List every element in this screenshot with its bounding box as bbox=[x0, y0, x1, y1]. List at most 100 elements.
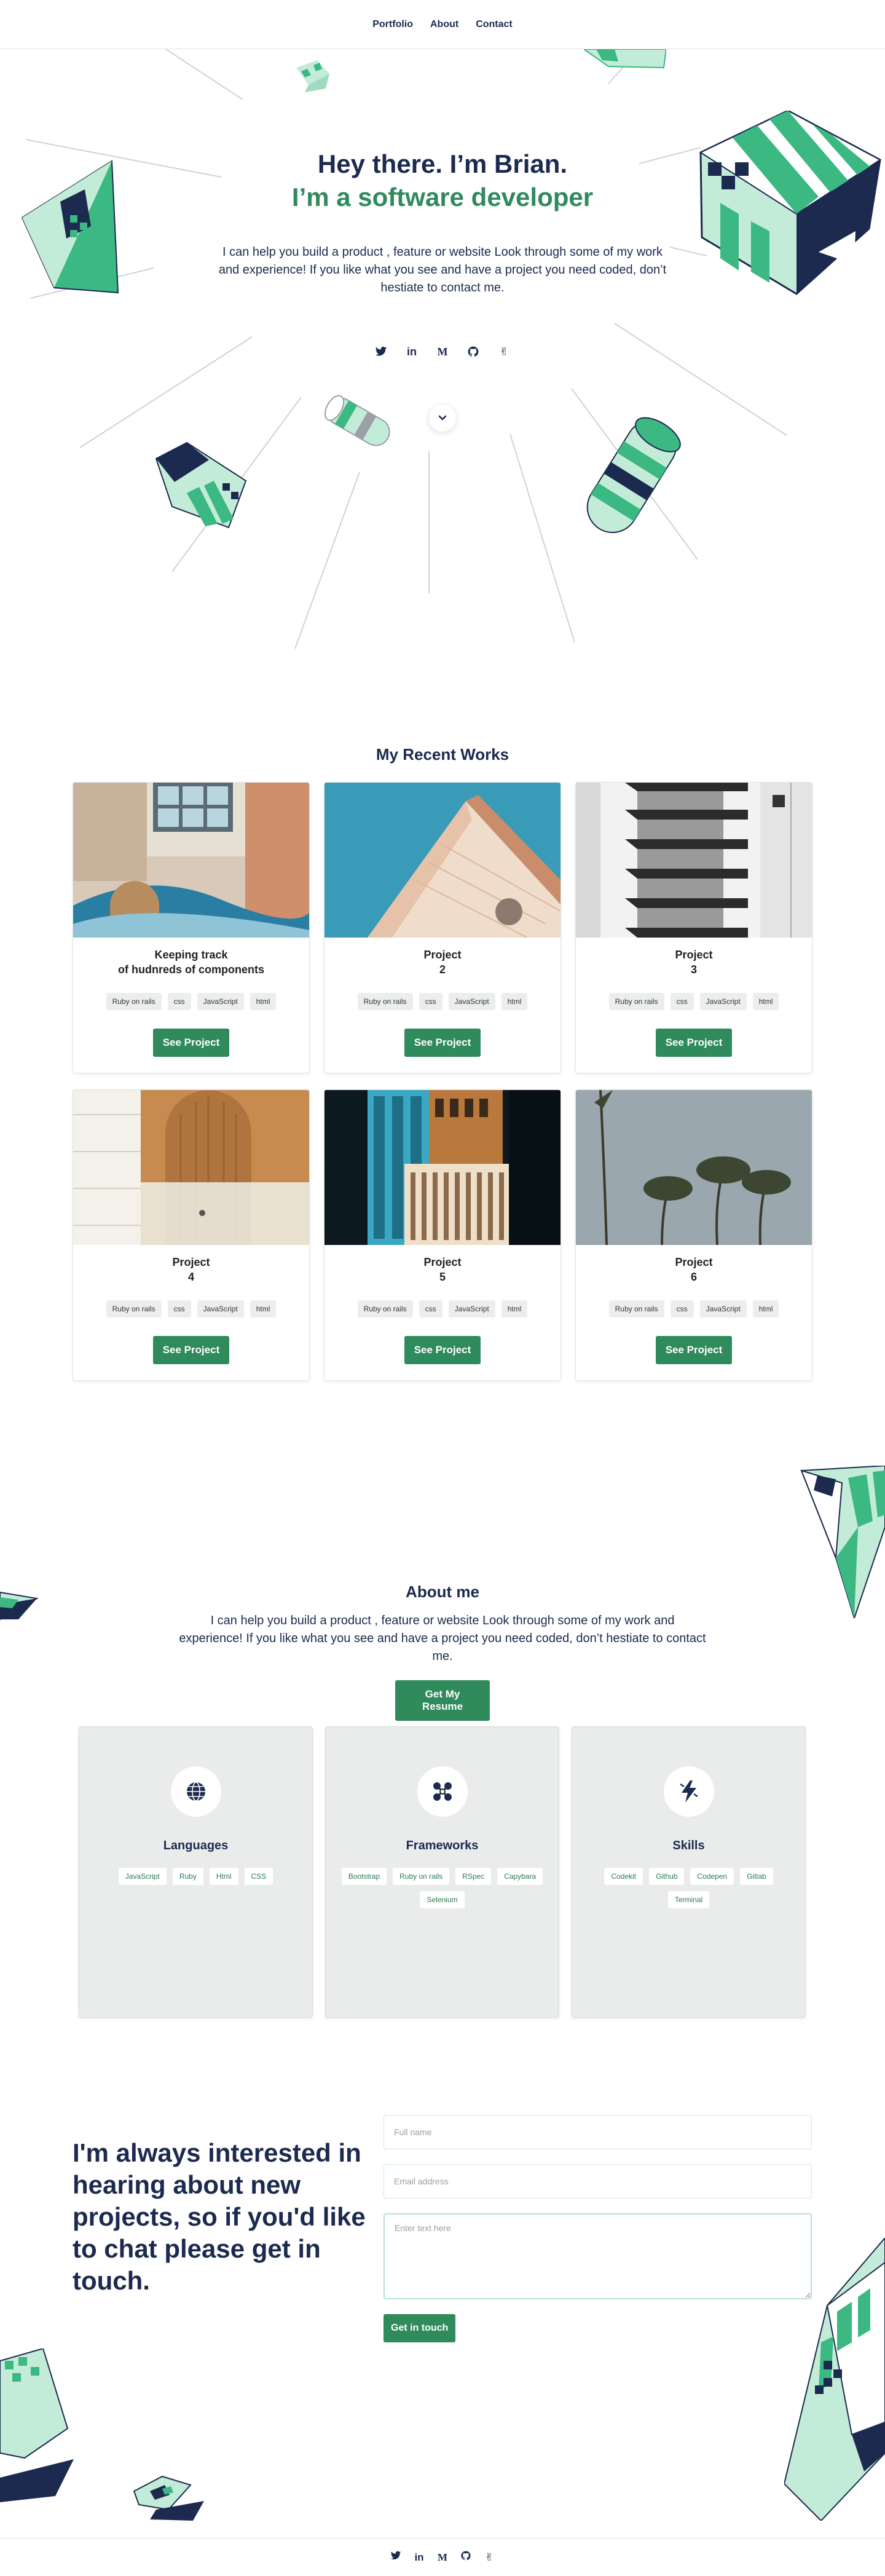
project-title: Project 4 bbox=[172, 1256, 210, 1283]
medium-icon[interactable]: M bbox=[435, 344, 450, 359]
project-card: Project 4 Ruby on rails css JavaScript h… bbox=[73, 1089, 310, 1381]
project-tag: css bbox=[670, 993, 694, 1010]
project-card: Project 3 Ruby on rails css JavaScript h… bbox=[575, 782, 812, 1073]
hero-intro: I can help you build a product , feature… bbox=[218, 245, 667, 294]
project-image bbox=[576, 783, 812, 938]
project-tags: Ruby on rails css JavaScript html bbox=[576, 1300, 812, 1318]
full-name-input[interactable] bbox=[384, 2115, 812, 2149]
project-tag: JavaScript bbox=[197, 993, 244, 1010]
project-title: Project 3 bbox=[675, 949, 713, 976]
project-card: Project 5 Ruby on rails css JavaScript h… bbox=[324, 1089, 561, 1381]
project-title: Project 6 bbox=[675, 1256, 713, 1283]
hero-cube-small-top bbox=[296, 60, 329, 92]
skill-card-tags: Codekit Github Codepen Gitlab Terminal bbox=[588, 1868, 790, 1908]
contact-block-left bbox=[0, 2349, 74, 2502]
skill-tag: Html bbox=[209, 1868, 238, 1885]
footer-social-links: in M ✌ bbox=[0, 2538, 885, 2576]
project-tag: JavaScript bbox=[197, 1300, 244, 1318]
project-tag: JavaScript bbox=[699, 993, 747, 1010]
project-tags: Ruby on rails css JavaScript html bbox=[73, 1300, 309, 1318]
skill-icon-container bbox=[417, 1766, 468, 1817]
see-project-button[interactable]: See Project bbox=[655, 1336, 733, 1364]
project-tags: Ruby on rails css JavaScript html bbox=[73, 993, 309, 1010]
project-tag: JavaScript bbox=[448, 1300, 495, 1318]
project-tag: JavaScript bbox=[699, 1300, 747, 1318]
project-tag: Ruby on rails bbox=[106, 1300, 162, 1318]
email-input[interactable] bbox=[384, 2164, 812, 2199]
project-tag: Ruby on rails bbox=[357, 993, 413, 1010]
skill-card-skills: Skills Codekit Github Codepen Gitlab Ter… bbox=[572, 1726, 806, 2018]
angellist-icon[interactable]: ✌ bbox=[497, 344, 511, 359]
works-grid: Keeping track of hudnreds of components … bbox=[73, 782, 812, 1381]
angellist-icon[interactable]: ✌ bbox=[483, 2551, 495, 2564]
project-tag: html bbox=[752, 1300, 779, 1318]
project-tag: css bbox=[167, 993, 191, 1010]
see-project-button[interactable]: See Project bbox=[404, 1029, 481, 1057]
project-tag: html bbox=[250, 993, 277, 1010]
linkedin-icon[interactable]: in bbox=[404, 344, 419, 359]
nav-link-contact[interactable]: Contact bbox=[476, 19, 513, 30]
skill-tag: Github bbox=[649, 1868, 685, 1885]
project-image bbox=[324, 1090, 560, 1245]
see-project-button[interactable]: See Project bbox=[152, 1029, 230, 1057]
about-text: I can help you build a product , feature… bbox=[179, 1614, 706, 1663]
skill-card-tags: JavaScript Ruby Html CSS bbox=[95, 1868, 297, 1885]
framework-nodes-icon bbox=[433, 1782, 452, 1801]
skill-tag: Codepen bbox=[690, 1868, 734, 1885]
skill-card-languages: Languages JavaScript Ruby Html CSS bbox=[79, 1726, 313, 2018]
works-title: My Recent Works bbox=[376, 745, 509, 764]
contact-tower-right bbox=[784, 2238, 885, 2521]
project-tag: Ruby on rails bbox=[608, 993, 664, 1010]
project-title: Project 5 bbox=[423, 1256, 462, 1283]
nav-link-portfolio[interactable]: Portfolio bbox=[372, 19, 413, 30]
skill-card-frameworks: Frameworks Bootstrap Ruby on rails RSpec… bbox=[325, 1726, 559, 2018]
project-card: Project 2 Ruby on rails css JavaScript h… bbox=[324, 782, 561, 1073]
see-project-button[interactable]: See Project bbox=[404, 1336, 481, 1364]
project-tags: Ruby on rails css JavaScript html bbox=[324, 1300, 560, 1318]
contact-form: Get in touch bbox=[384, 2115, 812, 2342]
hero-section: Hey there. I’m Brian. I’m a software dev… bbox=[0, 148, 885, 297]
skill-card-title: Languages bbox=[163, 1839, 229, 1852]
skill-card-tags: Bootstrap Ruby on rails RSpec Capybara S… bbox=[341, 1868, 544, 1908]
project-tag: css bbox=[167, 1300, 191, 1318]
skill-tag: CSS bbox=[244, 1868, 273, 1885]
linkedin-icon[interactable]: in bbox=[413, 2551, 425, 2564]
contact-cube-small bbox=[133, 2475, 204, 2521]
skill-tag: RSpec bbox=[455, 1868, 492, 1885]
project-card: Project 6 Ruby on rails css JavaScript h… bbox=[575, 1089, 812, 1381]
hero-greeting: Hey there. I’m Brian. bbox=[317, 149, 568, 178]
project-tags: Ruby on rails css JavaScript html bbox=[576, 993, 812, 1010]
get-in-touch-button[interactable]: Get in touch bbox=[384, 2314, 456, 2342]
skill-tag: Ruby bbox=[172, 1868, 203, 1885]
project-tag: Ruby on rails bbox=[106, 993, 162, 1010]
skill-cards: Languages JavaScript Ruby Html CSS Frame… bbox=[79, 1726, 806, 2018]
nav-link-about[interactable]: About bbox=[430, 19, 458, 30]
project-image bbox=[576, 1090, 812, 1245]
skill-tag: JavaScript bbox=[118, 1868, 167, 1885]
github-icon[interactable] bbox=[460, 2550, 472, 2564]
about-title: About me bbox=[406, 1582, 479, 1601]
skill-tag: Bootstrap bbox=[341, 1868, 387, 1885]
message-textarea[interactable] bbox=[384, 2213, 812, 2299]
skill-icon-container bbox=[663, 1766, 714, 1817]
get-resume-button[interactable]: Get My Resume bbox=[395, 1680, 490, 1721]
skill-card-title: Skills bbox=[672, 1839, 705, 1852]
scroll-down-button[interactable] bbox=[429, 405, 456, 432]
github-icon[interactable] bbox=[466, 344, 481, 359]
about-plane-right bbox=[800, 1466, 885, 1618]
project-tag: html bbox=[250, 1300, 277, 1318]
see-project-button[interactable]: See Project bbox=[655, 1029, 733, 1057]
project-image bbox=[73, 1090, 309, 1245]
project-title: Keeping track of hudnreds of components bbox=[118, 949, 264, 976]
project-tag: JavaScript bbox=[448, 993, 495, 1010]
twitter-icon[interactable] bbox=[374, 344, 388, 359]
skill-tag: Gitlab bbox=[740, 1868, 773, 1885]
skill-card-title: Frameworks bbox=[406, 1839, 479, 1852]
twitter-icon[interactable] bbox=[390, 2551, 402, 2564]
medium-icon[interactable]: M bbox=[436, 2551, 449, 2564]
chevron-down-icon bbox=[438, 415, 447, 421]
top-nav: Portfolio About Contact bbox=[0, 0, 885, 49]
skill-tag: Codekit bbox=[604, 1868, 643, 1885]
see-project-button[interactable]: See Project bbox=[152, 1336, 230, 1364]
project-tag: Ruby on rails bbox=[357, 1300, 413, 1318]
